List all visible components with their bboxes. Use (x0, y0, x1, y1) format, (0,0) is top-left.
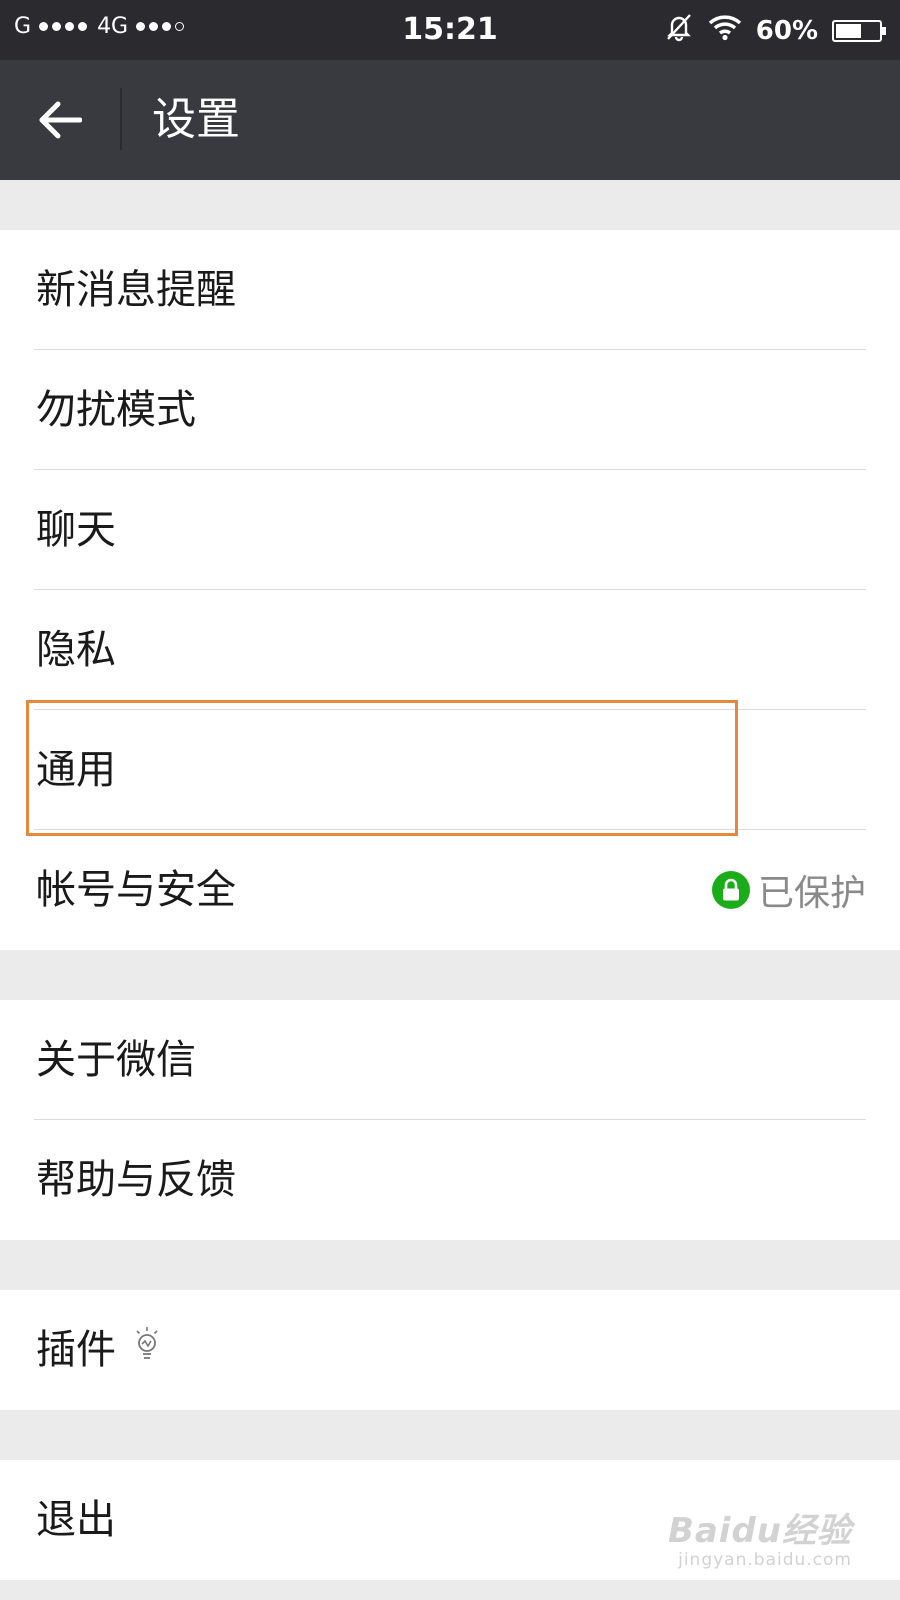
back-button[interactable] (30, 90, 90, 150)
settings-item-do-not-disturb[interactable]: 勿扰模式 (0, 350, 900, 470)
protection-status: 已保护 (711, 830, 866, 950)
wifi-icon (708, 13, 742, 48)
settings-item-privacy[interactable]: 隐私 (0, 590, 900, 710)
settings-group-3: 插件 (0, 1290, 900, 1410)
settings-item-label: 聊天 (36, 507, 116, 553)
settings-item-chat[interactable]: 聊天 (0, 470, 900, 590)
settings-item-label: 勿扰模式 (36, 387, 196, 433)
settings-group-2: 关于微信 帮助与反馈 (0, 1000, 900, 1240)
nav-bar: 设置 (0, 60, 900, 180)
settings-item-label: 帮助与反馈 (36, 1157, 236, 1203)
page-title: 设置 (152, 94, 240, 145)
battery-fill (836, 23, 862, 38)
settings-item-plugins[interactable]: 插件 (0, 1290, 900, 1410)
status-bar: G 4G 15:21 60% (0, 0, 900, 60)
settings-item-account-security[interactable]: 帐号与安全 已保护 (0, 830, 900, 950)
settings-item-about-wechat[interactable]: 关于微信 (0, 1000, 900, 1120)
settings-item-help-feedback[interactable]: 帮助与反馈 (0, 1120, 900, 1240)
status-icons: 60% (664, 12, 886, 49)
logout-button[interactable]: 退出 (0, 1460, 900, 1580)
arrow-left-icon (39, 101, 82, 139)
plugins-label: 插件 (36, 1327, 116, 1373)
settings-item-label: 通用 (36, 747, 116, 793)
settings-item-general[interactable]: 通用 (0, 710, 900, 830)
battery-percent: 60% (755, 15, 818, 46)
lock-icon (711, 871, 750, 909)
mute-bell-icon (664, 12, 694, 49)
lightbulb-icon (132, 1292, 162, 1412)
settings-group-1: 新消息提醒 勿扰模式 聊天 隐私 通用 帐号与安全 已保护 (0, 230, 900, 950)
settings-group-4: 退出 (0, 1460, 900, 1580)
logout-label: 退出 (36, 1497, 116, 1543)
battery-icon (832, 19, 886, 42)
protection-status-label: 已保护 (757, 873, 866, 914)
settings-item-label: 新消息提醒 (36, 267, 236, 313)
settings-item-label: 插件 (36, 1290, 162, 1412)
settings-item-label: 帐号与安全 (36, 867, 236, 913)
settings-item-label: 关于微信 (36, 1037, 196, 1083)
settings-item-new-message-alert[interactable]: 新消息提醒 (0, 230, 900, 350)
nav-divider (120, 88, 122, 150)
settings-item-label: 隐私 (36, 627, 116, 673)
